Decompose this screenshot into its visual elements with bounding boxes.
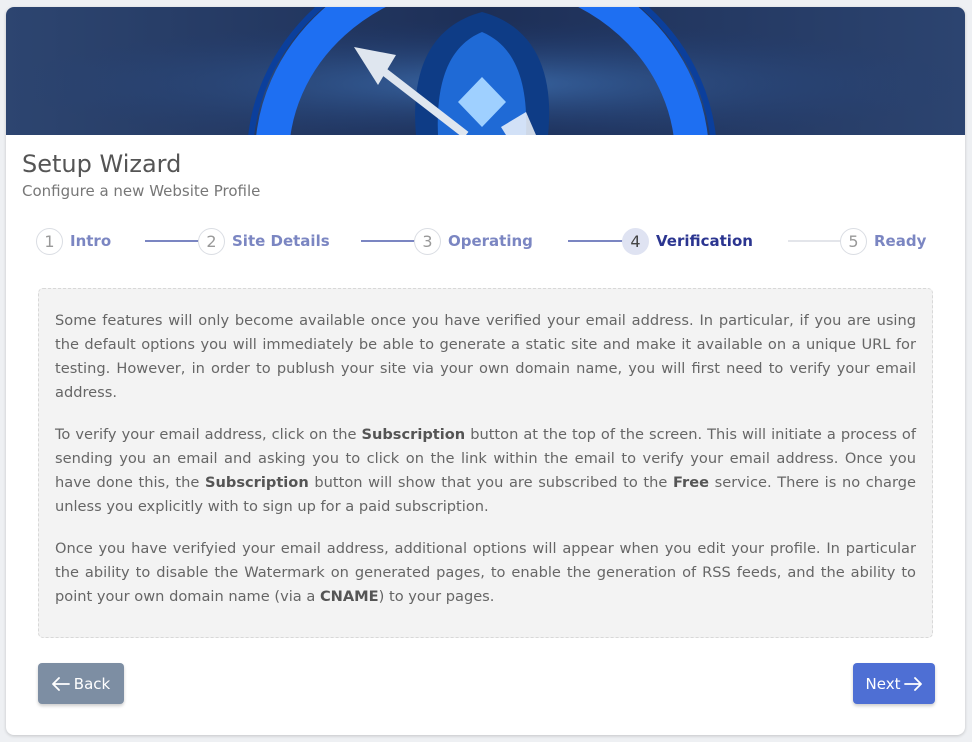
step-number: 2 xyxy=(198,227,225,255)
step-number: 3 xyxy=(414,227,441,255)
next-button-label: Next xyxy=(865,674,901,693)
info-paragraph-2: To verify your email address, click on t… xyxy=(55,426,917,515)
back-button-label: Back xyxy=(73,674,111,693)
next-button[interactable]: Next xyxy=(853,663,935,704)
arrow-left-icon xyxy=(51,676,70,691)
verification-info-panel: Some features will only become available… xyxy=(38,288,933,638)
wizard-card: Setup Wizard Configure a new Website Pro… xyxy=(6,7,965,735)
info-paragraph-1: Some features will only become available… xyxy=(55,312,916,401)
step-number: 5 xyxy=(840,227,867,255)
hooded-figure-logo xyxy=(6,7,965,135)
step-operating[interactable]: 3 Operating xyxy=(414,226,533,256)
page-subtitle: Configure a new Website Profile xyxy=(22,182,261,200)
step-verification[interactable]: 4 Verification xyxy=(622,226,753,256)
step-number: 1 xyxy=(36,227,63,255)
step-ready[interactable]: 5 Ready xyxy=(840,226,926,256)
step-connector xyxy=(788,240,848,242)
step-label: Ready xyxy=(874,232,927,250)
step-connector xyxy=(568,240,630,242)
page-title: Setup Wizard xyxy=(22,150,182,178)
step-label: Intro xyxy=(70,232,112,250)
step-label: Operating xyxy=(448,232,533,250)
banner-image xyxy=(6,7,965,135)
step-site-details[interactable]: 2 Site Details xyxy=(198,226,330,256)
info-paragraph-3: Once you have verifyied your email addre… xyxy=(55,540,916,605)
step-label: Verification xyxy=(656,232,753,250)
step-number: 4 xyxy=(622,227,649,255)
back-button[interactable]: Back xyxy=(38,663,124,704)
arrow-right-icon xyxy=(904,676,923,691)
wizard-steps: 1 Intro 2 Site Details 3 Operating 4 Ver… xyxy=(36,226,936,256)
step-label: Site Details xyxy=(232,232,330,250)
step-intro[interactable]: 1 Intro xyxy=(36,226,111,256)
